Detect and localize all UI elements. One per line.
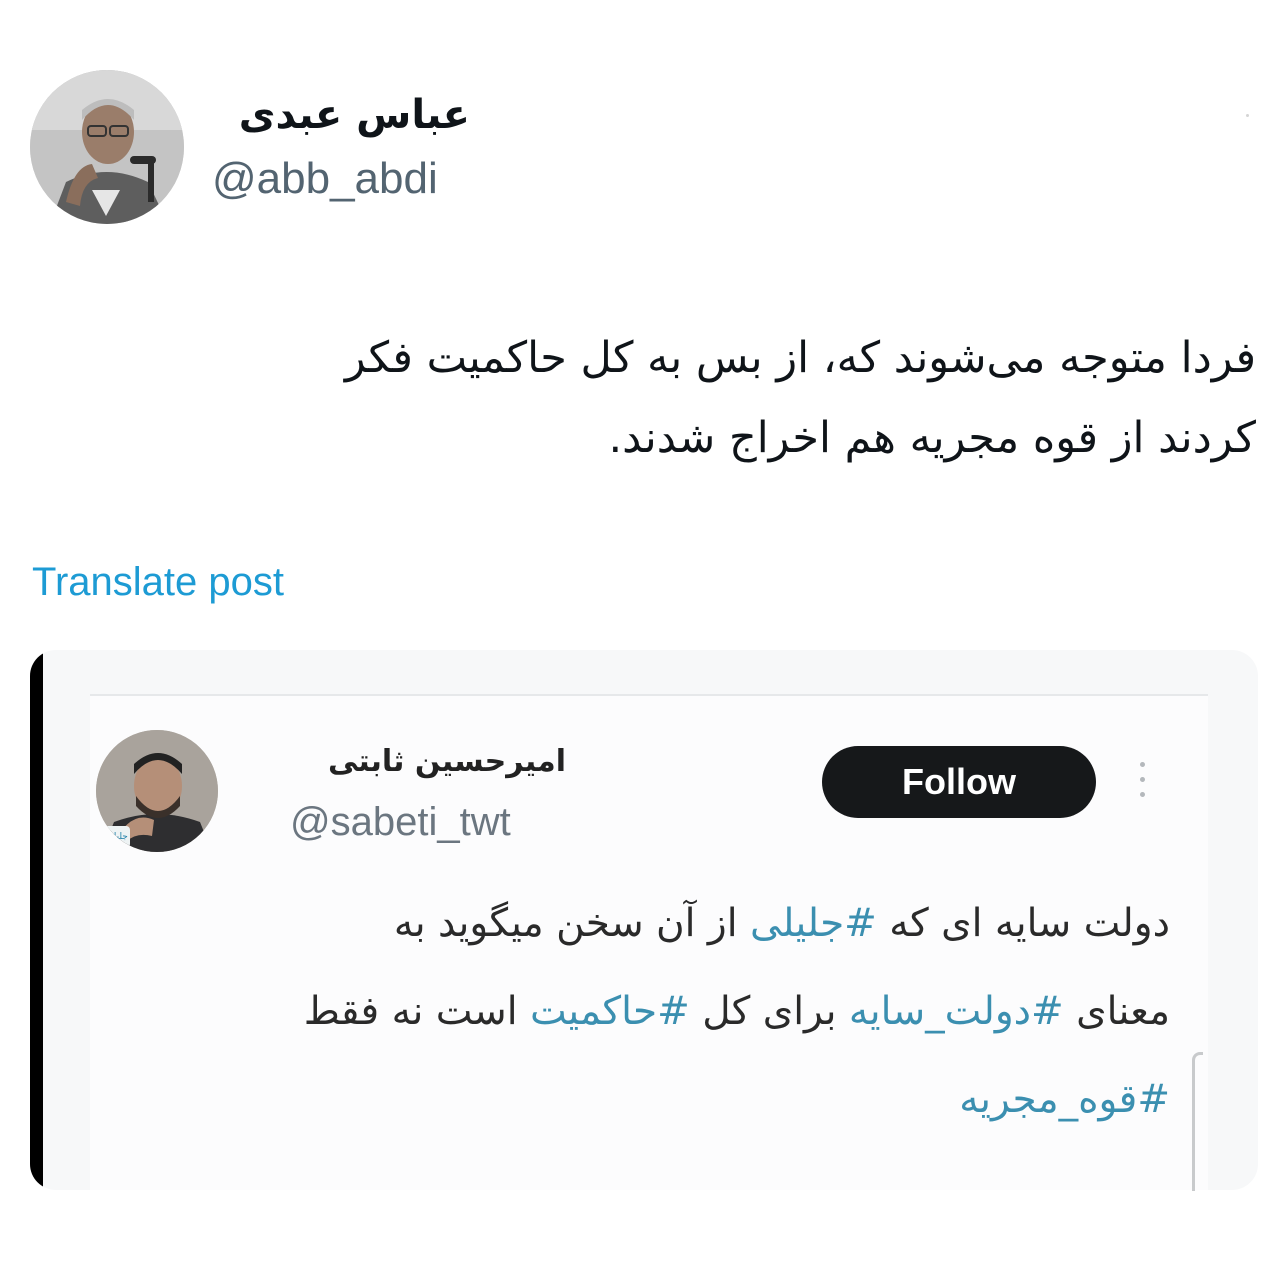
avatar-caption: جلیلی: [106, 832, 128, 842]
more-options-icon: [1134, 762, 1150, 806]
quoted-text-segment: برای کل: [689, 989, 849, 1034]
decorative-dot: [1246, 114, 1249, 117]
follow-button: Follow: [822, 746, 1096, 818]
decorative-bracket: [1192, 1052, 1203, 1191]
tweet-line: کردند از قوه مجریه هم اخراج شدند.: [608, 413, 1257, 463]
quoted-line: #قوه_مجریه: [130, 1056, 1170, 1144]
hashtag-link: #قوه_مجریه: [959, 1077, 1170, 1122]
quoted-text-segment: است نه فقط: [303, 989, 530, 1034]
quoted-text-segment: دولت سایه ای که: [876, 901, 1170, 946]
quoted-text-segment: معنای: [1063, 989, 1170, 1034]
quoted-author-handle: @sabeti_twt: [290, 800, 511, 844]
author-avatar[interactable]: [30, 70, 184, 224]
quoted-author-avatar: جلیلی: [96, 730, 218, 852]
tweet-text: فردا متوجه می‌شوند که، از بس به کل حاکمی…: [120, 318, 1256, 478]
tweet-line: فردا متوجه می‌شوند که، از بس به کل حاکمی…: [344, 333, 1256, 383]
quote-accent-bar: [30, 650, 43, 1190]
quoted-line: معنای #دولت_سایه برای کل #حاکمیت است نه …: [130, 968, 1170, 1056]
quoted-author-name: امیرحسین ثابتی: [328, 744, 566, 779]
translate-post-link[interactable]: Translate post: [32, 556, 284, 608]
hashtag-link: #جلیلی: [749, 901, 877, 946]
quoted-text-segment: از آن سخن میگوید به: [393, 901, 750, 946]
hashtag-link: #دولت_سایه: [848, 989, 1064, 1034]
quoted-tweet-text: دولت سایه ای که #جلیلی از آن سخن میگوید …: [130, 880, 1170, 1144]
author-name[interactable]: عباس عبدی: [208, 90, 470, 140]
post-screenshot: عباس عبدی @abb_abdi فردا متوجه می‌شوند ک…: [0, 0, 1280, 1266]
author-handle[interactable]: @abb_abdi: [212, 152, 438, 206]
author-photo-icon: [30, 70, 184, 224]
quoted-line: دولت سایه ای که #جلیلی از آن سخن میگوید …: [130, 880, 1170, 968]
hashtag-link: #حاکمیت: [529, 989, 690, 1034]
